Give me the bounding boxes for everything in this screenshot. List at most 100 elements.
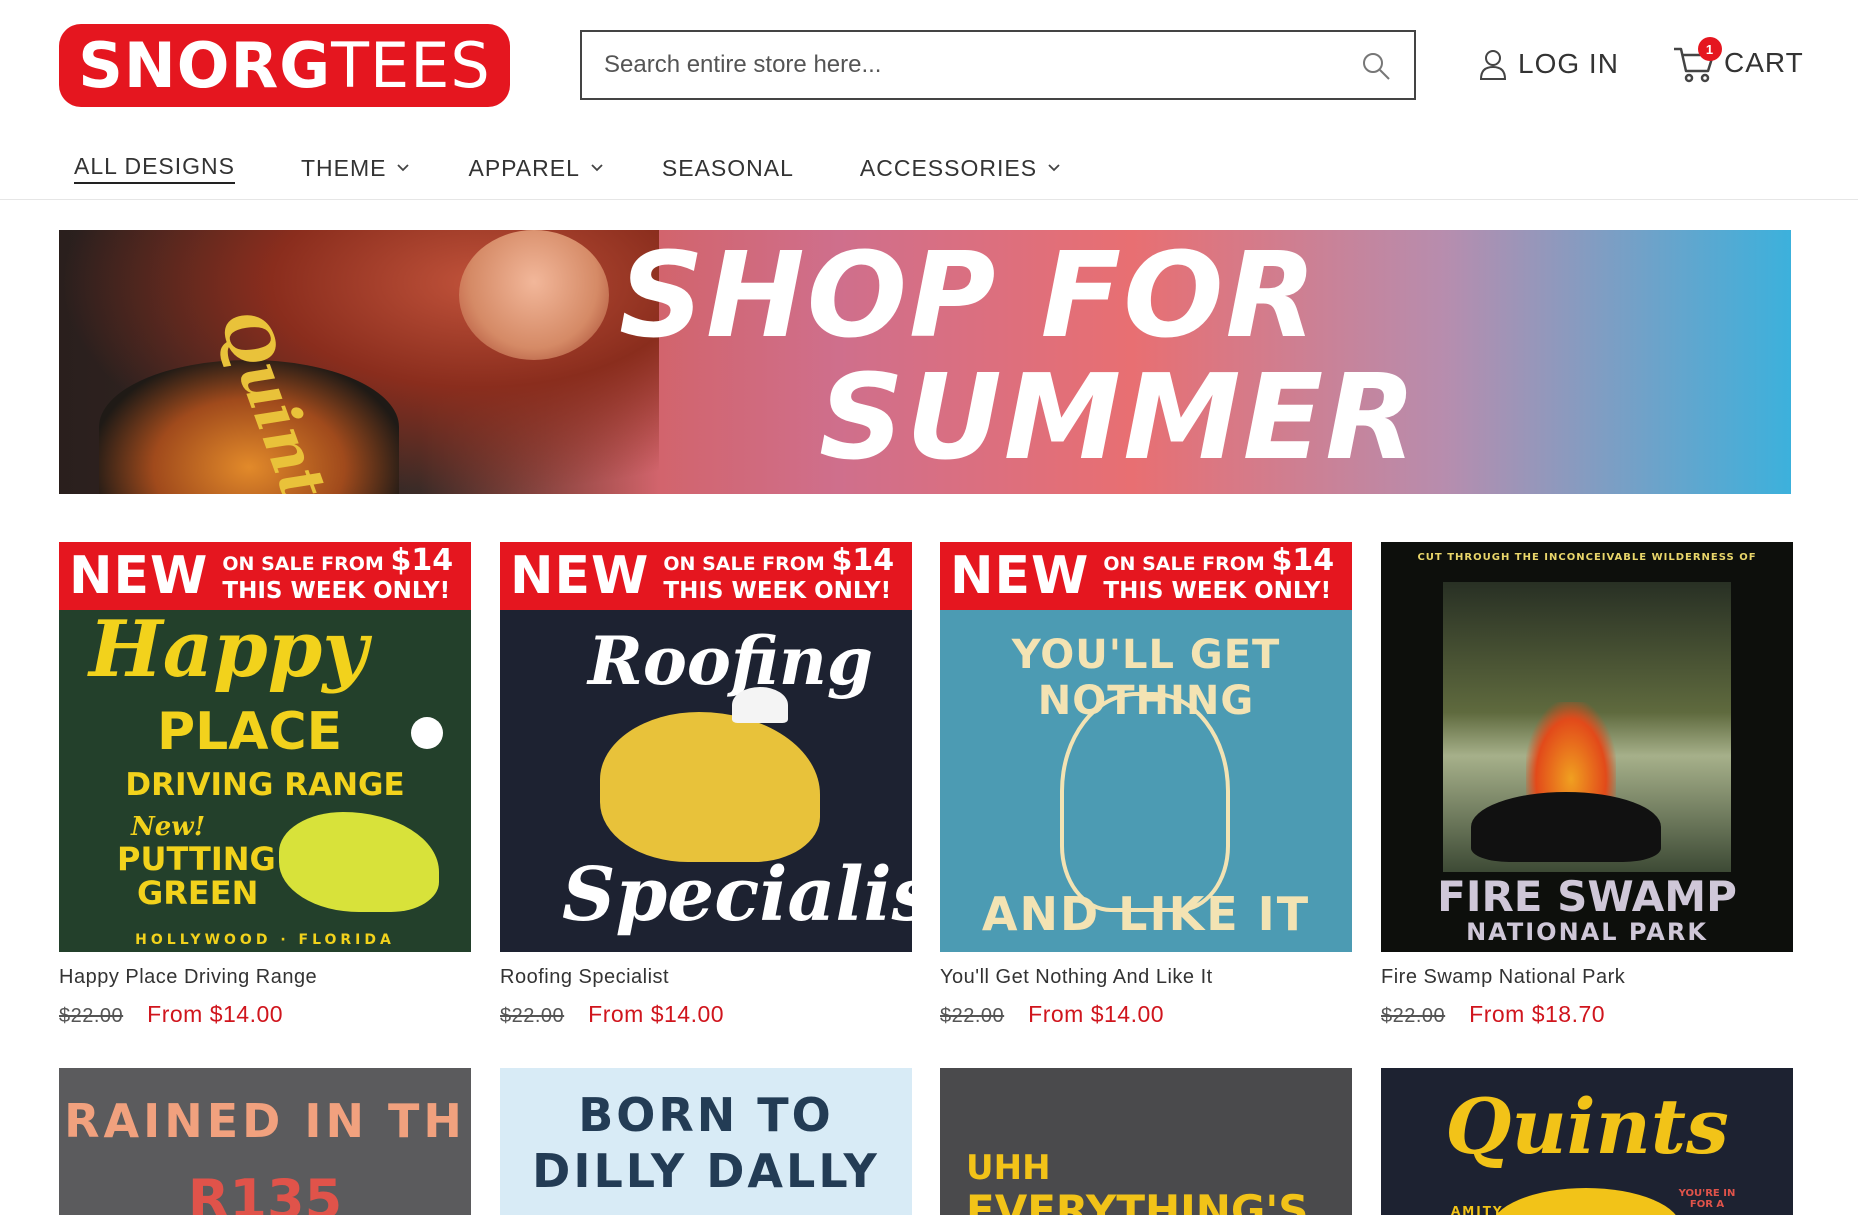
cart-icon-wrapper: 1 [1672, 37, 1722, 85]
sale-badge: NEW ON SALE FROM $14 THIS WEEK ONLY! [500, 542, 912, 610]
sale-badge-amount: $14 [390, 543, 454, 578]
chevron-down-icon [397, 164, 410, 172]
sale-price: From $18.70 [1469, 1001, 1606, 1027]
sale-badge-line2: THIS WEEK ONLY! [222, 578, 451, 604]
product-card[interactable]: Happy PLACE DRIVING RANGE New! PUTTING G… [59, 542, 471, 1028]
sale-price: From $14.00 [147, 1001, 284, 1027]
art-text: BORN TO [578, 1088, 834, 1142]
product-image[interactable]: RAINED IN TH R135 [59, 1068, 471, 1215]
login-link[interactable]: LOG IN [1478, 44, 1619, 84]
art-text: YOU'RE IN FOR A [1678, 1188, 1736, 1210]
nav-item-apparel[interactable]: APPAREL [468, 148, 603, 188]
sale-badge-amount: $14 [831, 543, 895, 578]
sale-price: From $14.00 [588, 1001, 725, 1027]
nav-item-seasonal[interactable]: SEASONAL [662, 148, 794, 188]
sale-badge-new: NEW [69, 546, 209, 606]
sale-badge-prefix: ON SALE FROM [1103, 553, 1272, 575]
product-image[interactable]: CUT THROUGH THE INCONCEIVABLE WILDERNESS… [1381, 542, 1793, 952]
sunset-graphic [1491, 1188, 1681, 1215]
nav-item-label: SEASONAL [661, 154, 794, 181]
nav-item-label: THEME [300, 154, 387, 181]
sale-badge-text: ON SALE FROM $14 THIS WEEK ONLY! [663, 546, 894, 605]
product-image[interactable]: UHH EVERYTHING'S [940, 1068, 1352, 1215]
art-text: UHH [966, 1148, 1051, 1188]
art-text: CUT THROUGH THE INCONCEIVABLE WILDERNESS… [1417, 552, 1757, 563]
search-input[interactable] [582, 35, 1342, 95]
art-text: EVERYTHING'S [966, 1186, 1309, 1215]
product-image[interactable]: YOU'LL GET NOTHING AND LIKE IT NEW ON SA… [940, 542, 1352, 952]
gopher-graphic [1060, 692, 1230, 912]
product-card[interactable]: CUT THROUGH THE INCONCEIVABLE WILDERNESS… [1381, 542, 1793, 1028]
product-image[interactable]: Roofing Specialist NEW ON SALE FROM $14T… [500, 542, 912, 952]
product-name[interactable]: You'll Get Nothing And Like It [940, 966, 1352, 989]
sale-badge: NEW ON SALE FROM $14 THIS WEEK ONLY! [59, 542, 471, 610]
product-prices: $22.00 From $18.70 [1381, 1001, 1793, 1028]
art-text: RAINED IN TH [64, 1094, 466, 1148]
sale-badge-line2: THIS WEEK ONLY! [1103, 578, 1332, 604]
promo-banner[interactable]: Quints SHOP FOR SUMMER [59, 230, 1791, 494]
nav-item-label: ALL DESIGNS [74, 153, 235, 184]
logo-wordmark: SNORGTEES [78, 29, 491, 102]
site-logo[interactable]: SNORGTEES [59, 24, 510, 107]
art-text: NATIONAL PARK [1466, 918, 1708, 946]
nav-item-all-designs[interactable]: ALL DESIGNS [74, 148, 235, 188]
art-text: DRIVING RANGE [125, 767, 405, 803]
chevron-down-icon [1048, 164, 1060, 172]
cart-label: CART [1724, 47, 1804, 78]
banner-headline: SHOP FOR SUMMER [619, 234, 1418, 478]
user-icon [1479, 50, 1507, 80]
product-image[interactable]: BORN TO DILLY DALLY [500, 1068, 912, 1215]
nav-item-theme[interactable]: THEME [301, 148, 411, 188]
product-name[interactable]: Happy Place Driving Range [59, 966, 471, 989]
art-text: Roofing [588, 622, 874, 700]
search-icon[interactable] [1360, 50, 1392, 82]
art-text: New! [131, 812, 206, 842]
art-text: Specialist [562, 852, 912, 938]
art-text: GREEN [137, 874, 259, 912]
art-text: PLACE [157, 702, 343, 762]
product-card[interactable]: RAINED IN TH R135 [59, 1068, 471, 1215]
art-text: HOLLYWOOD · FLORIDA [135, 932, 395, 948]
nav-item-label: APPAREL [468, 154, 580, 181]
product-image[interactable]: Quints AMITY YOU'RE IN FOR A [1381, 1068, 1793, 1215]
product-card[interactable]: UHH EVERYTHING'S [940, 1068, 1352, 1215]
art-text: AMITY [1451, 1204, 1504, 1215]
sale-badge-text: ON SALE FROM $14 THIS WEEK ONLY! [222, 546, 453, 605]
art-text: R135 [187, 1168, 343, 1215]
banner-headline-line1: SHOP FOR [619, 230, 1319, 364]
dog-graphic [600, 712, 820, 862]
art-text: PUTTING [117, 840, 276, 878]
product-image[interactable]: Happy PLACE DRIVING RANGE New! PUTTING G… [59, 542, 471, 952]
sale-badge-new: NEW [950, 546, 1090, 606]
nav-item-label: ACCESSORIES [859, 154, 1038, 181]
sale-badge-prefix: ON SALE FROM [663, 553, 832, 575]
sale-price: From $14.00 [1028, 1001, 1165, 1027]
alligator-graphic [279, 812, 439, 912]
art-text: Quints [1445, 1082, 1729, 1171]
sale-badge-new: NEW [510, 546, 650, 606]
sale-badge-prefix: ON SALE FROM [222, 553, 391, 575]
main-nav: ALL DESIGNS THEME APPAREL SEASONAL ACCES… [74, 148, 1061, 188]
sale-badge-line2: THIS WEEK ONLY! [663, 578, 892, 604]
cart-link[interactable]: 1 CART [1672, 37, 1804, 86]
art-text: FIRE SWAMP [1437, 872, 1737, 921]
product-card[interactable]: BORN TO DILLY DALLY [500, 1068, 912, 1215]
product-name[interactable]: Roofing Specialist [500, 966, 912, 989]
cart-count-badge: 1 [1698, 37, 1722, 61]
rodent-silhouette [1471, 792, 1661, 862]
art-text: AND LIKE IT [981, 887, 1311, 941]
original-price: $22.00 [1381, 1005, 1446, 1027]
product-card[interactable]: YOU'LL GET NOTHING AND LIKE IT NEW ON SA… [940, 542, 1352, 1028]
product-prices: $22.00 From $14.00 [940, 1001, 1352, 1028]
product-card[interactable]: Quints AMITY YOU'RE IN FOR A [1381, 1068, 1793, 1215]
sale-badge-text: ON SALE FROM $14 THIS WEEK ONLY! [1103, 546, 1334, 605]
nav-item-accessories[interactable]: ACCESSORIES [860, 148, 1061, 188]
product-name[interactable]: Fire Swamp National Park [1381, 966, 1793, 989]
product-card[interactable]: Roofing Specialist NEW ON SALE FROM $14T… [500, 542, 912, 1028]
art-text: Happy [89, 604, 368, 695]
hard-hat-graphic [732, 687, 788, 723]
chevron-down-icon [591, 164, 603, 172]
golf-ball-icon [411, 717, 443, 749]
product-prices: $22.00 From $14.00 [59, 1001, 471, 1028]
site-header: SNORGTEES LOG IN 1 CART ALL DESIGNS [0, 0, 1858, 200]
